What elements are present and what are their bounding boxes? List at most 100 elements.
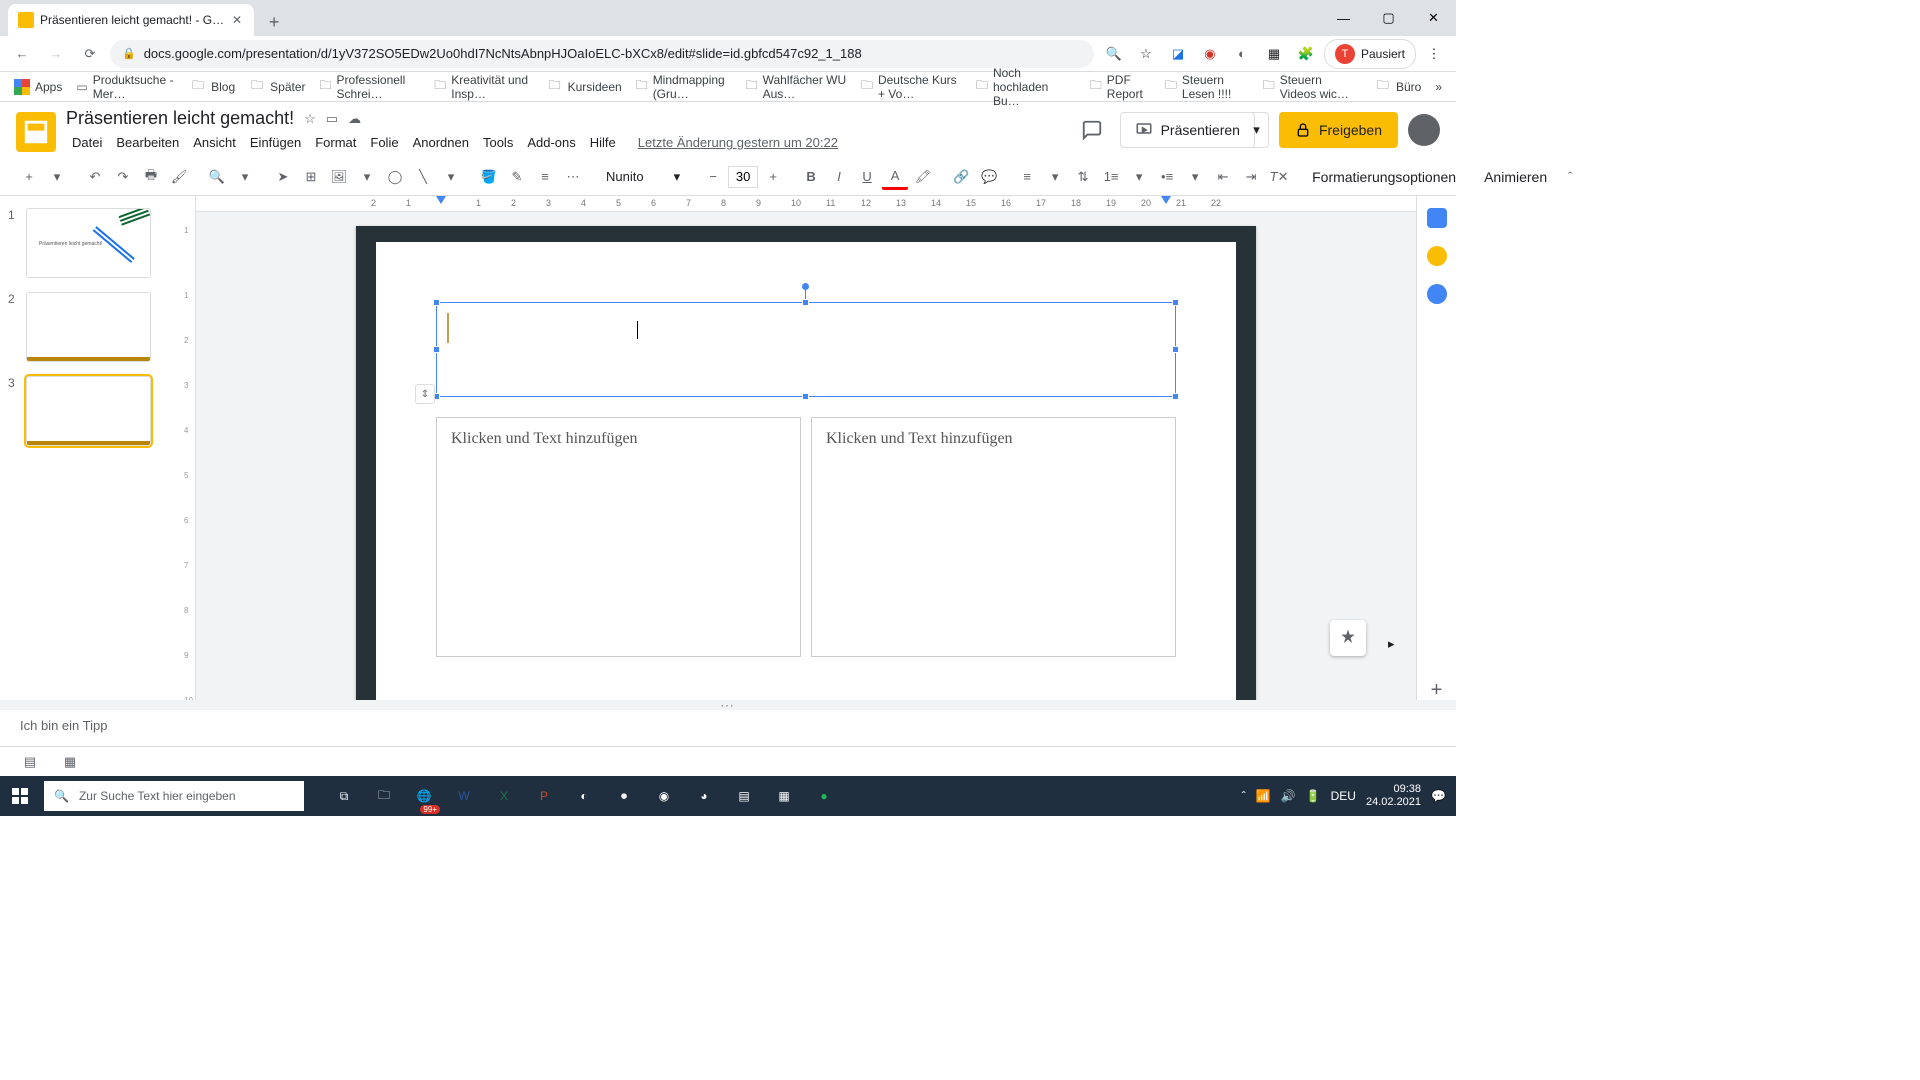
border-weight-button[interactable]: ≡	[532, 164, 558, 190]
url-bar[interactable]: 🔒 docs.google.com/presentation/d/1yV372S…	[110, 40, 1094, 68]
menu-addons[interactable]: Add-ons	[521, 131, 581, 154]
clear-format-button[interactable]: T✕	[1266, 164, 1292, 190]
profile-paused-chip[interactable]: T Pausiert	[1324, 39, 1416, 69]
edge-icon[interactable]: 🌐99+	[404, 776, 444, 816]
share-button[interactable]: Freigeben	[1279, 112, 1398, 148]
bookmark-item[interactable]: 🗀Professionell Schrei…	[314, 69, 427, 105]
select-tool[interactable]: ➤	[270, 164, 296, 190]
zoom-icon[interactable]: 🔍	[1100, 40, 1128, 68]
highlight-button[interactable]: 🖍	[910, 164, 936, 190]
text-color-button[interactable]: A	[882, 164, 908, 190]
font-selector[interactable]: Nunito ▾	[598, 169, 688, 185]
battery-icon[interactable]: 🔋	[1306, 789, 1321, 803]
collapse-toolbar-button[interactable]: ˆ	[1557, 164, 1583, 190]
chrome-menu-icon[interactable]: ⋮	[1420, 40, 1448, 68]
line-dropdown[interactable]: ▾	[438, 164, 464, 190]
calendar-icon[interactable]	[1427, 208, 1447, 228]
slide-thumbnail-3[interactable]	[26, 376, 151, 446]
redo-button[interactable]: ↷	[110, 164, 136, 190]
new-slide-dropdown[interactable]: ▾	[44, 164, 70, 190]
resize-handle[interactable]	[1172, 393, 1179, 400]
rotate-handle[interactable]	[802, 283, 809, 290]
bookmark-apps[interactable]: Apps	[8, 75, 68, 99]
line-tool[interactable]: ╲	[410, 164, 436, 190]
excel-icon[interactable]: X	[484, 776, 524, 816]
slide-thumbnail-2[interactable]	[26, 292, 151, 362]
word-icon[interactable]: W	[444, 776, 484, 816]
italic-button[interactable]: I	[826, 164, 852, 190]
align-button[interactable]: ≡	[1014, 164, 1040, 190]
explore-button[interactable]	[1330, 620, 1366, 656]
numbered-list-dropdown[interactable]: ▾	[1126, 164, 1152, 190]
spotify-icon[interactable]: ●	[804, 776, 844, 816]
shape-tool[interactable]: ◯	[382, 164, 408, 190]
taskbar-search[interactable]: 🔍 Zur Suche Text hier eingeben	[44, 781, 304, 811]
back-button[interactable]: ←	[8, 40, 36, 68]
task-view-icon[interactable]: ⧉	[324, 776, 364, 816]
language-indicator[interactable]: DEU	[1331, 789, 1356, 803]
wifi-icon[interactable]: 📶	[1256, 789, 1271, 803]
numbered-list-button[interactable]: 1≡	[1098, 164, 1124, 190]
reload-button[interactable]: ⟳	[76, 40, 104, 68]
autofit-button[interactable]: ⇕	[415, 384, 435, 404]
account-avatar[interactable]	[1408, 114, 1440, 146]
close-window-button[interactable]: ✕	[1411, 0, 1456, 36]
bookmark-item[interactable]: 🗀Büro	[1369, 72, 1427, 101]
app-icon[interactable]: ▦	[764, 776, 804, 816]
close-tab-icon[interactable]: ✕	[230, 13, 244, 27]
app-icon[interactable]: ▤	[724, 776, 764, 816]
extension-icon-3[interactable]: ◐	[1228, 40, 1256, 68]
slide-canvas[interactable]: 2 1 1 2 3 4 5 6 7 8 9 10 11 12 13 14 15 …	[196, 196, 1416, 700]
comment-button[interactable]: 💬	[976, 164, 1002, 190]
obs-icon[interactable]: ⏺	[604, 776, 644, 816]
font-size-input[interactable]	[728, 166, 758, 188]
bookmark-star-icon[interactable]: ☆	[1132, 40, 1160, 68]
paint-format-button[interactable]: 🖌	[166, 164, 192, 190]
resize-handle[interactable]	[1172, 299, 1179, 306]
slide-content[interactable]: ⇕ Klicken und Text hinzufügen Klicken un…	[376, 242, 1236, 700]
bookmark-item[interactable]: 🗀Deutsche Kurs + Vo…	[855, 69, 968, 105]
bullet-list-button[interactable]: •≡	[1154, 164, 1180, 190]
increase-indent-button[interactable]: ⇥	[1238, 164, 1264, 190]
bookmark-item[interactable]: 🗀Kreativität und Insp…	[428, 69, 538, 105]
fill-color-button[interactable]: 🪣	[476, 164, 502, 190]
present-dropdown[interactable]: ▾	[1245, 112, 1269, 148]
title-textbox[interactable]: ⇕	[436, 302, 1176, 397]
bookmark-item[interactable]: 🗀Steuern Videos wic…	[1257, 69, 1367, 105]
clock[interactable]: 09:38 24.02.2021	[1366, 783, 1421, 809]
extension-icon-1[interactable]: ◪	[1164, 40, 1192, 68]
extension-icon-4[interactable]: ▦	[1260, 40, 1288, 68]
bookmark-item[interactable]: 🗀Wahlfächer WU Aus…	[740, 69, 853, 105]
undo-button[interactable]: ↶	[82, 164, 108, 190]
menu-einfuegen[interactable]: Einfügen	[244, 131, 307, 154]
file-explorer-icon[interactable]: 🗀	[364, 776, 404, 816]
menu-anordnen[interactable]: Anordnen	[407, 131, 475, 154]
bookmark-item[interactable]: 🗀PDF Report	[1084, 69, 1157, 105]
speaker-notes[interactable]: Ich bin ein Tipp	[0, 710, 1456, 746]
forward-button[interactable]: →	[42, 40, 70, 68]
present-button[interactable]: Präsentieren	[1120, 112, 1255, 148]
scroll-right-button[interactable]: ▸	[1388, 636, 1408, 656]
resize-handle[interactable]	[802, 393, 809, 400]
increase-font-button[interactable]: +	[760, 164, 786, 190]
decrease-font-button[interactable]: −	[700, 164, 726, 190]
ruler-indent-marker[interactable]	[1161, 196, 1171, 204]
body-textbox-left[interactable]: Klicken und Text hinzufügen	[436, 417, 801, 657]
bookmark-item[interactable]: 🗀Mindmapping (Gru…	[630, 69, 738, 105]
image-dropdown[interactable]: ▾	[354, 164, 380, 190]
maximize-button[interactable]: ▢	[1366, 0, 1411, 36]
keep-icon[interactable]	[1427, 246, 1447, 266]
align-dropdown[interactable]: ▾	[1042, 164, 1068, 190]
notifications-icon[interactable]: 💬	[1431, 789, 1446, 803]
last-edit-link[interactable]: Letzte Änderung gestern um 20:22	[632, 131, 844, 154]
bold-button[interactable]: B	[798, 164, 824, 190]
notes-resizer[interactable]	[0, 700, 1456, 710]
menu-tools[interactable]: Tools	[477, 131, 519, 154]
ruler-indent-marker[interactable]	[436, 196, 446, 204]
menu-datei[interactable]: Datei	[66, 131, 108, 154]
bookmark-item[interactable]: 🗀Später	[243, 72, 311, 101]
menu-format[interactable]: Format	[309, 131, 362, 154]
resize-handle[interactable]	[802, 299, 809, 306]
grid-view-button[interactable]: ▦	[60, 754, 80, 770]
comments-button[interactable]	[1074, 112, 1110, 148]
